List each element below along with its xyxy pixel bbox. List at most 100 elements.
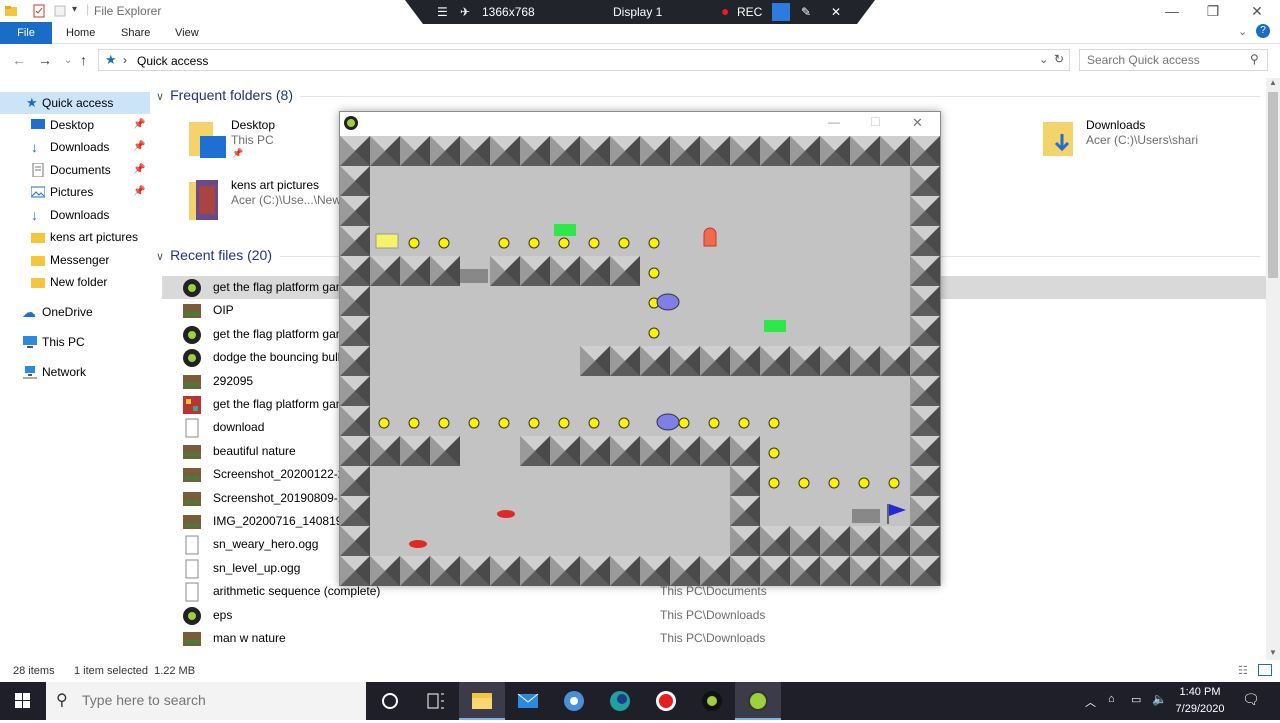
recent-files-heading[interactable]: ∨ Recent files (20) [156,247,272,263]
sidebar-item-this-pc[interactable]: This PC [0,331,150,353]
image-icon [182,489,202,509]
taskbar-mail[interactable] [505,682,551,720]
sidebar-item-messenger[interactable]: Messenger [0,249,150,271]
minimize-button[interactable]: — [1157,2,1187,20]
back-arrow-icon[interactable]: ← [12,52,26,68]
title-separator: | [86,2,90,16]
taskbar-file-explorer[interactable] [459,682,505,720]
mail-icon [517,693,539,708]
clock-date[interactable]: 7/29/2020 [1172,703,1228,715]
downloads-folder-icon [1043,122,1073,156]
tab-file[interactable]: File [0,22,52,44]
forward-arrow-icon[interactable]: → [38,52,52,68]
sidebar-item-onedrive[interactable]: ☁ OneDrive [0,301,150,323]
taskbar-search-input[interactable] [82,692,352,708]
notifications-icon[interactable]: 🗨 [1242,691,1260,708]
cortana-button[interactable] [367,682,413,720]
taskbar-chrome[interactable] [551,682,597,720]
rec-button[interactable]: REC [737,5,762,19]
file-name: download [213,420,265,434]
capture-button[interactable] [772,3,790,21]
frequent-folders-heading[interactable]: ∨ Frequent folders (8) [156,87,293,103]
properties-icon[interactable] [32,4,46,18]
coin [438,237,450,249]
task-view-button[interactable] [413,682,459,720]
details-view-icon[interactable]: ☷ [1238,664,1248,677]
network-icon[interactable]: ⌂ [1108,693,1115,705]
file-row[interactable]: man w nature This PC\Downloads [162,627,1266,650]
windows-icon [15,693,30,708]
large-icons-view-icon[interactable] [1258,664,1272,676]
start-button[interactable] [0,682,46,720]
sidebar-item-documents[interactable]: Documents 📌 [0,159,150,181]
restore-button[interactable]: ❐ [1198,2,1228,20]
pen-icon[interactable]: ✎ [801,5,811,19]
recorder-display[interactable]: Display 1 [613,5,662,19]
game-canvas[interactable] [340,136,940,586]
image-icon [182,442,202,462]
scroll-down-icon[interactable]: ▼ [1269,648,1277,657]
taskbar-search[interactable]: ⚲ [46,682,366,720]
up-arrow-icon[interactable]: ↑ [80,52,87,68]
recent-locations-icon[interactable]: ⌄ [64,55,72,66]
folder-name: Desktop [231,118,276,132]
close-button[interactable]: ✕ [1242,2,1272,20]
breadcrumb[interactable]: Quick access [137,54,208,68]
sidebar-item-desktop[interactable]: Desktop 📌 [0,114,150,136]
tab-view[interactable]: View [161,22,213,44]
tab-share[interactable]: Share [107,22,164,44]
search-icon[interactable]: ⚲ [1250,52,1259,66]
sidebar-item-kens-art-pictures[interactable]: kens art pictures [0,226,150,248]
folder-name: kens art pictures [231,178,320,192]
pin-icon[interactable]: 📌 [133,114,145,136]
scroll-up-icon[interactable]: ▲ [1269,78,1277,87]
coin [498,237,510,249]
search-input[interactable] [1080,50,1240,70]
folder-tile-downloads[interactable]: Downloads Acer (C:)\Users\shari [1042,116,1198,163]
new-folder-icon[interactable] [53,4,67,18]
game-close-button[interactable]: ✕ [912,115,923,131]
help-icon[interactable]: ? [1256,24,1270,38]
taskbar-gamemaker[interactable] [689,682,735,720]
sidebar-item-network[interactable]: Network [0,361,150,383]
address-dropdown-icon[interactable]: ⌄ [1039,53,1048,66]
pin-icon[interactable]: 📌 [133,136,145,158]
sidebar-item-downloads[interactable]: ↓ Downloads 📌 [0,136,150,158]
game-window[interactable]: — ☐ ✕ [339,111,941,586]
vertical-scrollbar[interactable]: ▲ ▼ [1266,78,1280,660]
chevron-down-icon[interactable]: ∨ [156,91,164,103]
sidebar-item-new-folder[interactable]: New folder [0,271,150,293]
pin-icon[interactable]: 📌 [133,159,145,181]
pin-icon[interactable]: ✈ [460,5,470,19]
refresh-icon[interactable]: ↻ [1054,52,1064,66]
coin [558,417,570,429]
volume-icon[interactable]: 🔈 [1152,692,1167,706]
sidebar-item-pictures[interactable]: Pictures 📌 [0,181,150,203]
sidebar-item-quick-access[interactable]: ★ Quick access [0,92,150,114]
chevron-down-icon[interactable]: ∨ [156,251,164,263]
recorder-close-icon[interactable]: ✕ [831,5,841,19]
battery-icon[interactable]: ▭ [1131,693,1141,706]
address-bar[interactable]: ★ › Quick access ⌄ ↻ [98,49,1070,71]
coin [858,477,870,489]
menu-icon[interactable]: ☰ [437,5,448,19]
scroll-thumb[interactable] [1268,92,1278,278]
sidebar-item-downloads-2[interactable]: ↓ Downloads [0,204,150,226]
folder-tile-kens-art-pictures[interactable]: kens art pictures Acer (C:)\Use...\New f [188,176,348,223]
recent-files-label: Recent files (20) [170,247,272,263]
file-row[interactable]: eps This PC\Downloads [162,604,1266,627]
game-maximize-button[interactable]: ☐ [870,115,881,129]
taskbar-recorder[interactable] [643,682,689,720]
folder-tile-desktop[interactable]: Desktop This PC 📌 [188,116,275,163]
pin-icon[interactable]: 📌 [133,181,145,203]
item-count: 28 items [13,665,55,677]
search-box[interactable]: ⚲ [1079,49,1268,71]
taskbar-game-runner[interactable] [735,682,781,720]
show-hidden-icons[interactable]: ︿ [1085,694,1096,710]
tab-home[interactable]: Home [52,22,109,44]
quick-access-toolbar-dropdown-icon[interactable]: ▾ [72,4,77,15]
game-minimize-button[interactable]: — [828,115,840,129]
taskbar-edge[interactable] [597,682,643,720]
clock-time[interactable]: 1:40 PM [1172,686,1228,698]
expand-ribbon-icon[interactable]: ⌄ [1238,25,1247,38]
